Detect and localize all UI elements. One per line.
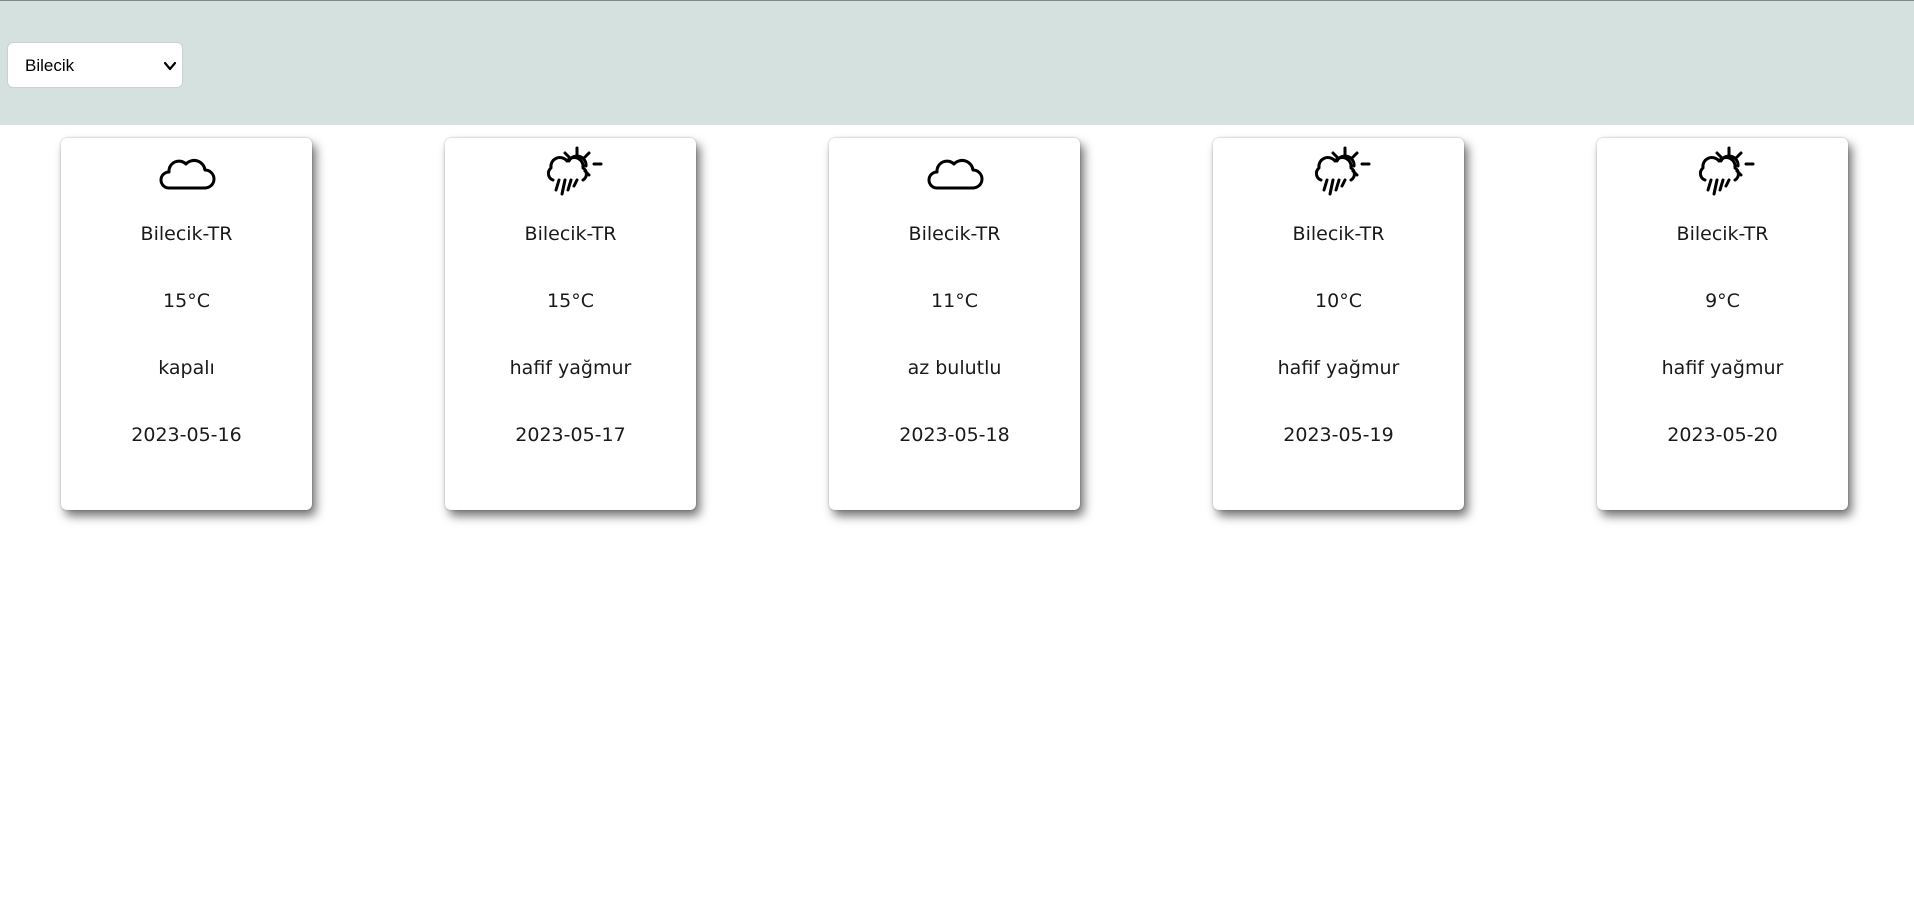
card-temperature: 10°C <box>1315 290 1362 312</box>
forecast-card: Bilecik-TR 10°C hafif yağmur 2023-05-19 <box>1213 138 1464 510</box>
forecast-list: Bilecik-TR 15°C kapalı 2023-05-16 Bileci… <box>0 138 1914 510</box>
card-date: 2023-05-16 <box>131 424 242 446</box>
card-date: 2023-05-19 <box>1283 424 1394 446</box>
chevron-down-icon <box>163 61 177 71</box>
card-description: hafif yağmur <box>1277 357 1400 379</box>
card-temperature: 15°C <box>163 290 210 312</box>
card-date: 2023-05-17 <box>515 424 626 446</box>
city-select-value: Bilecik <box>25 56 75 75</box>
card-temperature: 9°C <box>1705 290 1740 312</box>
card-temperature: 11°C <box>931 290 978 312</box>
top-bar: Bilecik <box>0 0 1914 125</box>
card-location: Bilecik-TR <box>1676 223 1769 245</box>
forecast-card: Bilecik-TR 9°C hafif yağmur 2023-05-20 <box>1597 138 1848 510</box>
city-select[interactable]: Bilecik <box>7 42 183 88</box>
forecast-card: Bilecik-TR 15°C kapalı 2023-05-16 <box>61 138 312 510</box>
cloud-icon <box>159 158 215 190</box>
card-location: Bilecik-TR <box>1292 223 1385 245</box>
card-description: hafif yağmur <box>1661 357 1784 379</box>
card-temperature: 15°C <box>547 290 594 312</box>
card-description: kapalı <box>158 357 215 379</box>
card-description: az bulutlu <box>907 357 1002 379</box>
card-location: Bilecik-TR <box>908 223 1001 245</box>
cloud-icon <box>927 158 983 190</box>
card-date: 2023-05-18 <box>899 424 1010 446</box>
card-description: hafif yağmur <box>509 357 632 379</box>
sun-rain-icon <box>546 146 602 196</box>
sun-rain-icon <box>1314 146 1370 196</box>
forecast-card: Bilecik-TR 15°C hafif yağmur 2023-05-17 <box>445 138 696 510</box>
card-date: 2023-05-20 <box>1667 424 1778 446</box>
sun-rain-icon <box>1698 146 1754 196</box>
card-location: Bilecik-TR <box>524 223 617 245</box>
card-location: Bilecik-TR <box>140 223 233 245</box>
forecast-card: Bilecik-TR 11°C az bulutlu 2023-05-18 <box>829 138 1080 510</box>
